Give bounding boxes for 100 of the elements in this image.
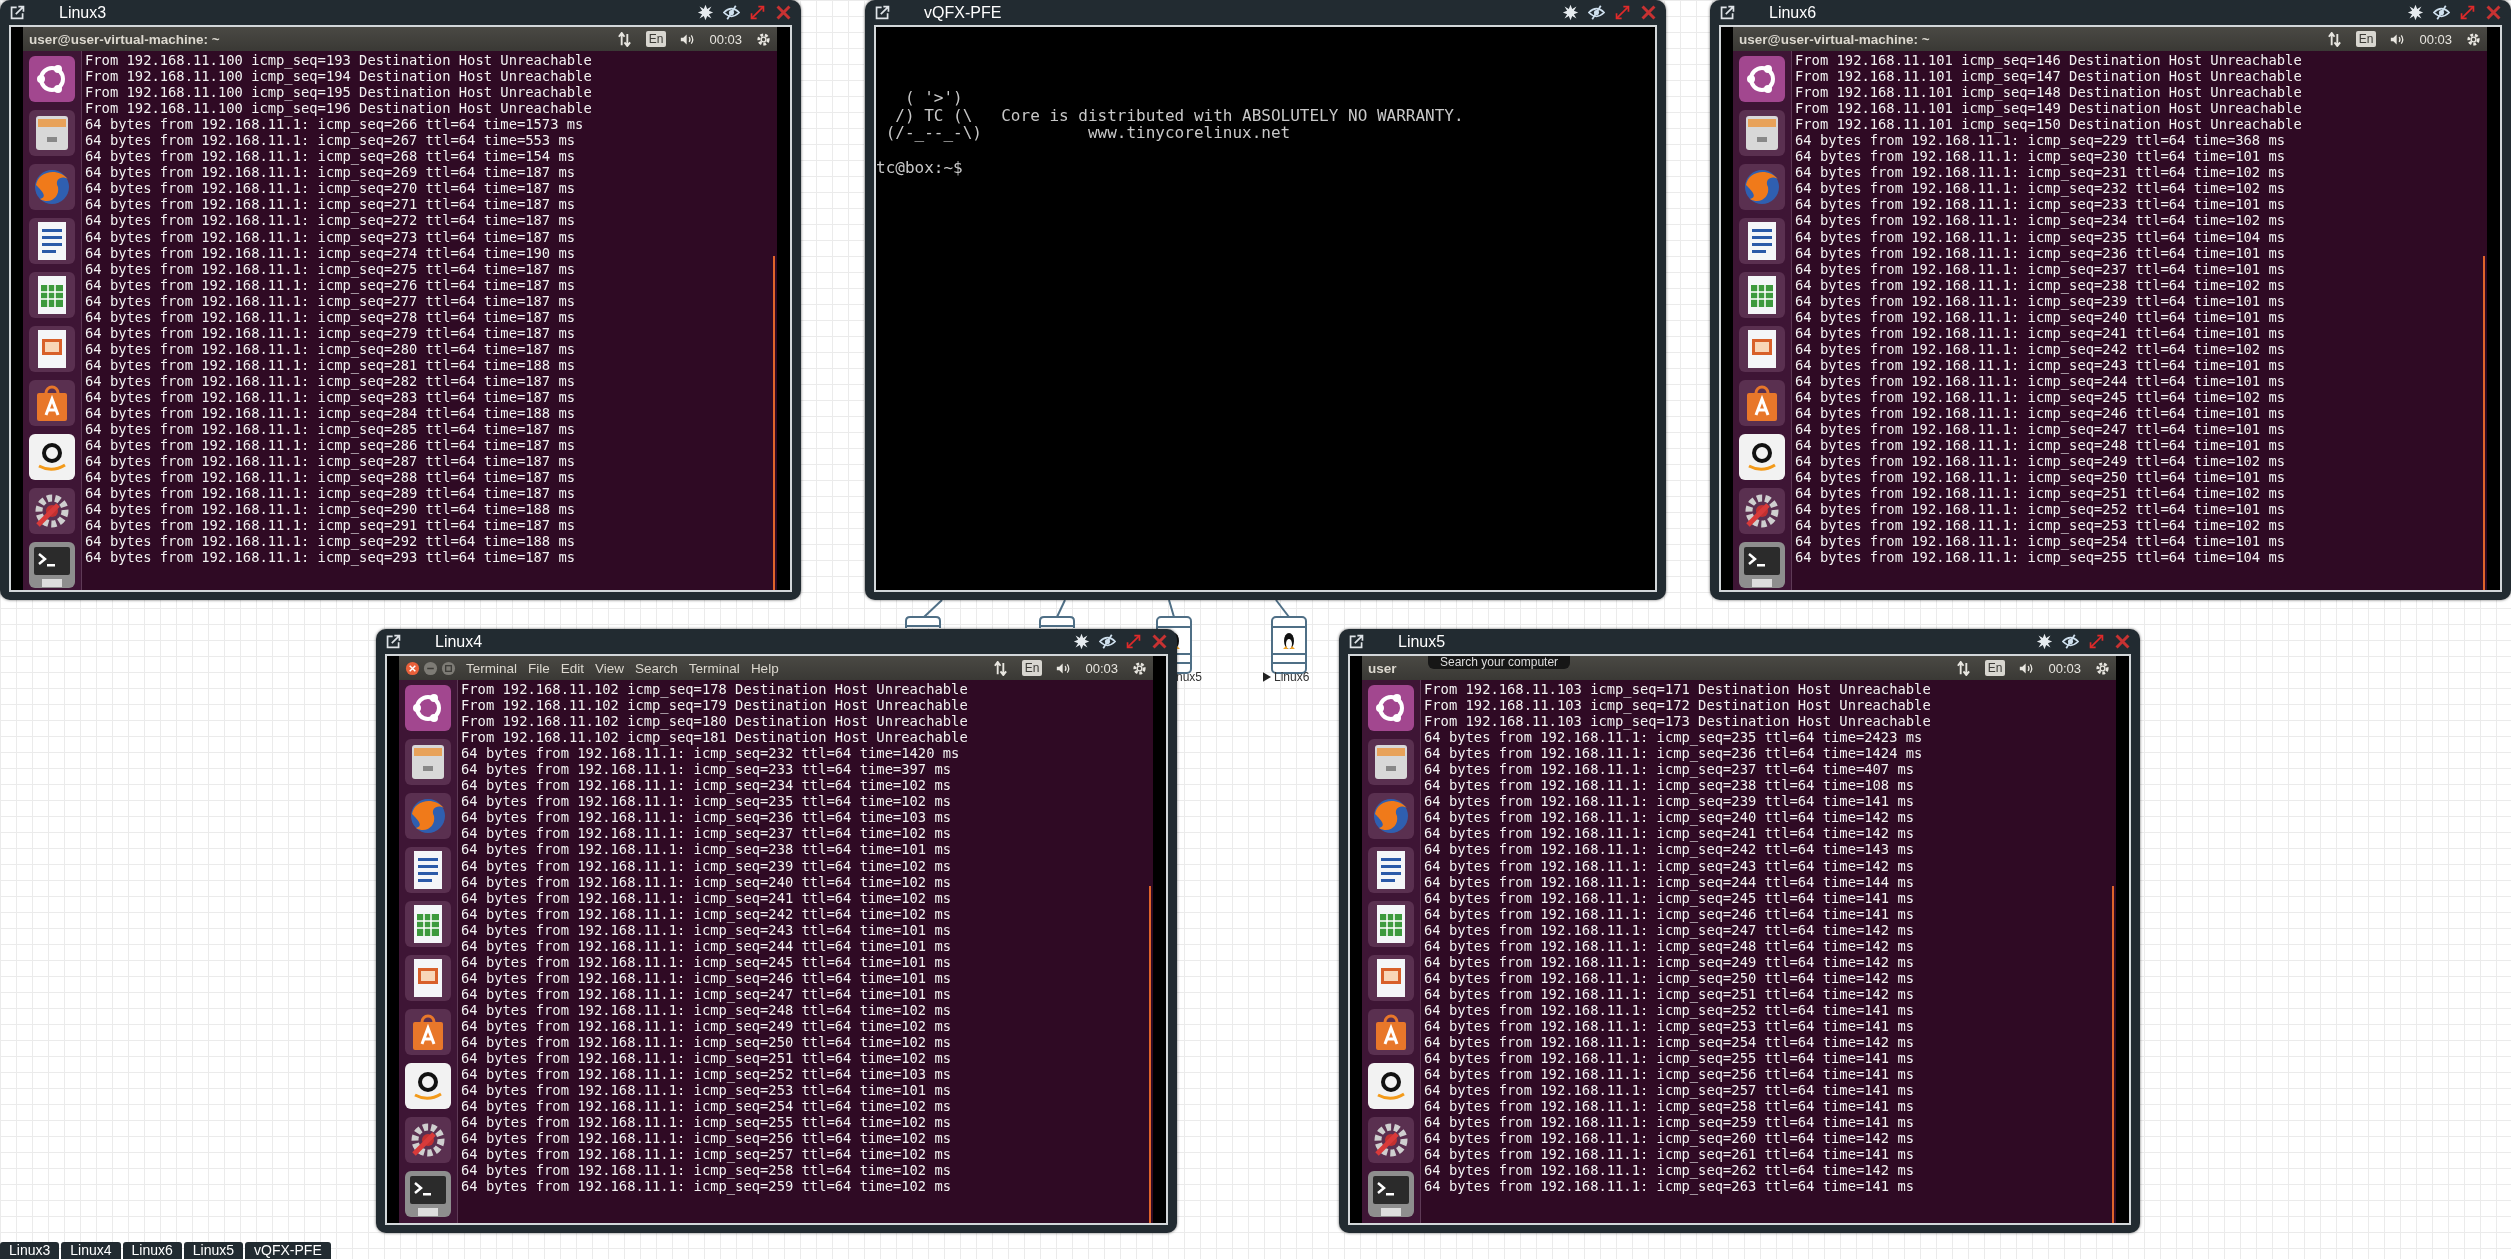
clock[interactable]: 00:03 bbox=[1085, 660, 1118, 676]
menu-item[interactable]: Terminal bbox=[466, 660, 517, 676]
terminal-icon[interactable] bbox=[404, 1170, 452, 1218]
terminal-line: From 192.168.11.101 icmp_seq=149 Destination Host Unreachable bbox=[1795, 100, 2303, 117]
burst-icon[interactable] bbox=[697, 4, 714, 21]
scrollbar[interactable] bbox=[1149, 886, 1151, 1223]
menu-item[interactable]: Search bbox=[635, 660, 678, 676]
scrollbar[interactable] bbox=[2483, 255, 2485, 590]
eye-slash-icon[interactable] bbox=[2433, 4, 2450, 21]
terminal-icon[interactable] bbox=[28, 541, 76, 589]
scrollbar[interactable] bbox=[773, 255, 775, 590]
server-node-icon[interactable] bbox=[905, 616, 941, 629]
external-link-icon[interactable] bbox=[1348, 633, 1365, 650]
terminal-icon[interactable] bbox=[1738, 541, 1786, 589]
settings-icon[interactable] bbox=[1738, 487, 1786, 535]
transfer-arrows-icon[interactable] bbox=[616, 31, 632, 47]
menu-item[interactable]: File bbox=[528, 660, 550, 676]
external-link-icon[interactable] bbox=[1719, 4, 1736, 21]
shopping-bag-icon[interactable] bbox=[1738, 379, 1786, 427]
presentation-icon[interactable] bbox=[1738, 325, 1786, 373]
transfer-arrows-icon[interactable] bbox=[2326, 31, 2342, 47]
document-icon[interactable] bbox=[28, 217, 76, 265]
presentation-icon[interactable] bbox=[404, 954, 452, 1002]
circle-logo-icon[interactable] bbox=[1738, 55, 1786, 103]
transfer-arrows-icon[interactable] bbox=[1955, 660, 1971, 676]
terminal-line: From 192.168.11.102 icmp_seq=179 Destination Host Unreachable bbox=[461, 697, 969, 714]
keyboard-layout-indicator[interactable]: En bbox=[645, 31, 667, 47]
spreadsheet-icon[interactable] bbox=[28, 271, 76, 319]
terminal-icon[interactable] bbox=[1367, 1170, 1415, 1218]
taskbar-tab[interactable]: Linux5 bbox=[183, 1242, 244, 1259]
globe-icon[interactable] bbox=[404, 792, 452, 840]
circle-logo-icon[interactable] bbox=[1367, 684, 1415, 732]
eye-slash-icon[interactable] bbox=[723, 4, 740, 21]
scrollbar[interactable] bbox=[2112, 886, 2114, 1223]
menu-item[interactable]: View bbox=[595, 660, 625, 676]
spreadsheet-icon[interactable] bbox=[404, 900, 452, 948]
file-cabinet-icon[interactable] bbox=[404, 738, 452, 786]
globe-icon[interactable] bbox=[1738, 163, 1786, 211]
taskbar-tab[interactable]: Linux6 bbox=[122, 1242, 182, 1259]
server-node-icon[interactable] bbox=[1039, 616, 1075, 629]
document-icon[interactable] bbox=[1367, 846, 1415, 894]
settings-icon[interactable] bbox=[404, 1116, 452, 1164]
eye-slash-icon[interactable] bbox=[1588, 4, 1605, 21]
settings-icon[interactable] bbox=[28, 487, 76, 535]
keyboard-layout-indicator[interactable]: En bbox=[2355, 31, 2377, 47]
terminal-line: 64 bytes from 192.168.11.1: icmp_seq=237 ttl=64 time=407 ms bbox=[1424, 761, 1916, 778]
taskbar-tab[interactable]: Linux4 bbox=[61, 1242, 121, 1259]
circle-logo-icon[interactable] bbox=[28, 55, 76, 103]
clock[interactable]: 00:03 bbox=[2048, 660, 2081, 676]
burst-icon[interactable] bbox=[2036, 633, 2053, 650]
taskbar-tab[interactable]: vQFX-PFE bbox=[245, 1242, 331, 1259]
keyboard-layout-indicator[interactable]: En bbox=[1984, 660, 2006, 676]
resize-arrows-icon[interactable] bbox=[1614, 4, 1631, 21]
resize-arrows-icon[interactable] bbox=[749, 4, 766, 21]
clock[interactable]: 00:03 bbox=[709, 31, 742, 47]
burst-icon[interactable] bbox=[2407, 4, 2424, 21]
globe-icon[interactable] bbox=[1367, 792, 1415, 840]
menu-item[interactable]: Help bbox=[750, 660, 779, 676]
file-cabinet-icon[interactable] bbox=[1738, 109, 1786, 157]
file-cabinet-icon[interactable] bbox=[28, 109, 76, 157]
eye-slash-icon[interactable] bbox=[1099, 633, 1116, 650]
terminal-line: 64 bytes from 192.168.11.1: icmp_seq=257 ttl=64 time=141 ms bbox=[1424, 1082, 1916, 1099]
clock[interactable]: 00:03 bbox=[2419, 31, 2452, 47]
presentation-icon[interactable] bbox=[1367, 954, 1415, 1002]
shopping-bag-icon[interactable] bbox=[1367, 1008, 1415, 1056]
keyboard-layout-indicator[interactable]: En bbox=[1021, 660, 1043, 676]
burst-icon[interactable] bbox=[1562, 4, 1579, 21]
menu-item[interactable]: Edit bbox=[560, 660, 585, 676]
server-node-icon[interactable] bbox=[1271, 616, 1307, 674]
taskbar-tab[interactable]: Linux3 bbox=[0, 1242, 60, 1259]
burst-icon[interactable] bbox=[1073, 633, 1090, 650]
circle-logo-icon[interactable] bbox=[404, 684, 452, 732]
external-link-icon[interactable] bbox=[9, 4, 26, 21]
maximize-icon[interactable] bbox=[441, 660, 456, 676]
globe-icon[interactable] bbox=[28, 163, 76, 211]
resize-arrows-icon[interactable] bbox=[1125, 633, 1142, 650]
gear-icon[interactable] bbox=[2466, 31, 2481, 47]
transfer-arrows-icon[interactable] bbox=[992, 660, 1008, 676]
resize-arrows-icon[interactable] bbox=[2459, 4, 2476, 21]
gear-icon[interactable] bbox=[2095, 660, 2110, 676]
file-cabinet-icon[interactable] bbox=[1367, 738, 1415, 786]
menu-item[interactable]: Terminal bbox=[688, 660, 740, 676]
terminal-line: 64 bytes from 192.168.11.1: icmp_seq=250 ttl=64 time=102 ms bbox=[461, 1034, 953, 1051]
document-icon[interactable] bbox=[1738, 217, 1786, 265]
shopping-bag-icon[interactable] bbox=[28, 379, 76, 427]
external-link-icon[interactable] bbox=[874, 4, 891, 21]
presentation-icon[interactable] bbox=[28, 325, 76, 373]
settings-icon[interactable] bbox=[1367, 1116, 1415, 1164]
external-link-icon[interactable] bbox=[385, 633, 402, 650]
eye-slash-icon[interactable] bbox=[2062, 633, 2079, 650]
close-icon[interactable] bbox=[405, 660, 420, 676]
document-icon[interactable] bbox=[404, 846, 452, 894]
gear-icon[interactable] bbox=[756, 31, 771, 47]
terminal-line: 64 bytes from 192.168.11.1: icmp_seq=236 ttl=64 time=1424 ms bbox=[1424, 745, 1924, 762]
spreadsheet-icon[interactable] bbox=[1367, 900, 1415, 948]
resize-arrows-icon[interactable] bbox=[2088, 633, 2105, 650]
terminal-line: 64 bytes from 192.168.11.1: icmp_seq=252 ttl=64 time=103 ms bbox=[461, 1066, 953, 1083]
shopping-bag-icon[interactable] bbox=[404, 1008, 452, 1056]
gear-icon[interactable] bbox=[1132, 660, 1147, 676]
spreadsheet-icon[interactable] bbox=[1738, 271, 1786, 319]
